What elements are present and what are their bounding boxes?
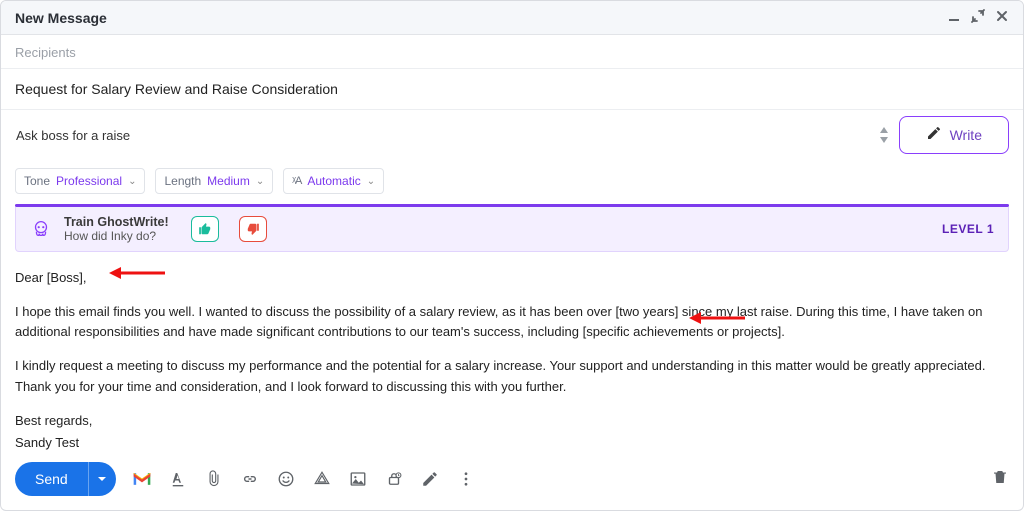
thumbs-up-button[interactable] [191, 216, 219, 242]
write-button-label: Write [950, 127, 982, 143]
close-icon[interactable] [995, 9, 1009, 26]
train-title: Train GhostWrite! [64, 215, 169, 229]
send-more-button[interactable] [88, 462, 116, 496]
ai-prompt-row: Ask boss for a raise Write [1, 110, 1023, 160]
send-button-label: Send [15, 462, 88, 496]
language-value: Automatic [307, 174, 360, 188]
more-options-icon[interactable] [456, 469, 476, 489]
tone-filter[interactable]: Tone Professional ⌄ [15, 168, 145, 194]
toolbar-icons [132, 469, 476, 489]
window-title: New Message [15, 10, 107, 26]
text-format-icon[interactable] [168, 469, 188, 489]
write-button[interactable]: Write [899, 116, 1009, 154]
confidential-icon[interactable] [384, 469, 404, 489]
chevron-down-icon: ⌄ [367, 176, 375, 187]
tone-label: Tone [24, 174, 50, 188]
recipients-field[interactable]: Recipients [1, 35, 1023, 69]
gmail-icon[interactable] [132, 469, 152, 489]
thumbs-down-button[interactable] [239, 216, 267, 242]
scroll-down-icon[interactable] [879, 136, 889, 144]
scroll-up-icon[interactable] [879, 126, 889, 134]
attach-icon[interactable] [204, 469, 224, 489]
level-label: LEVEL 1 [942, 222, 994, 236]
tone-value: Professional [56, 174, 122, 188]
ai-prompt-input[interactable]: Ask boss for a raise [15, 119, 863, 152]
drive-icon[interactable] [312, 469, 332, 489]
annotation-arrow-icon [689, 311, 745, 325]
send-button[interactable]: Send [15, 462, 116, 496]
length-label: Length [164, 174, 201, 188]
body-paragraph: I hope this email finds you well. I want… [15, 302, 1009, 342]
inky-icon [30, 218, 52, 240]
subject-field[interactable]: Request for Salary Review and Raise Cons… [1, 69, 1023, 110]
minimize-icon[interactable] [947, 9, 961, 26]
window-controls [947, 9, 1009, 26]
title-bar: New Message [1, 1, 1023, 35]
train-banner: Train GhostWrite! How did Inky do? LEVEL… [15, 207, 1009, 252]
prompt-scroll-arrows [879, 126, 889, 144]
signature-icon[interactable] [420, 469, 440, 489]
bottom-toolbar: Send [1, 452, 1023, 510]
link-icon[interactable] [240, 469, 260, 489]
train-subtitle: How did Inky do? [64, 229, 169, 243]
length-filter[interactable]: Length Medium ⌄ [155, 168, 273, 194]
body-paragraph: I kindly request a meeting to discuss my… [15, 356, 1009, 396]
email-body[interactable]: Dear [Boss], I hope this email finds you… [1, 262, 1023, 452]
body-signature: Sandy Test [15, 433, 1009, 452]
filter-row: Tone Professional ⌄ Length Medium ⌄ ᵡA A… [1, 160, 1023, 204]
compose-window: New Message Recipients Request for Salar… [0, 0, 1024, 511]
body-closing: Best regards, [15, 411, 1009, 431]
annotation-arrow-icon [109, 266, 165, 280]
length-value: Medium [207, 174, 250, 188]
language-filter[interactable]: ᵡA Automatic ⌄ [283, 168, 384, 194]
chevron-down-icon: ⌄ [128, 176, 136, 187]
chevron-down-icon: ⌄ [256, 176, 264, 187]
translate-icon: ᵡA [292, 175, 301, 187]
pen-icon [926, 125, 942, 145]
image-icon[interactable] [348, 469, 368, 489]
expand-icon[interactable] [971, 9, 985, 26]
emoji-icon[interactable] [276, 469, 296, 489]
delete-draft-button[interactable] [991, 468, 1009, 491]
